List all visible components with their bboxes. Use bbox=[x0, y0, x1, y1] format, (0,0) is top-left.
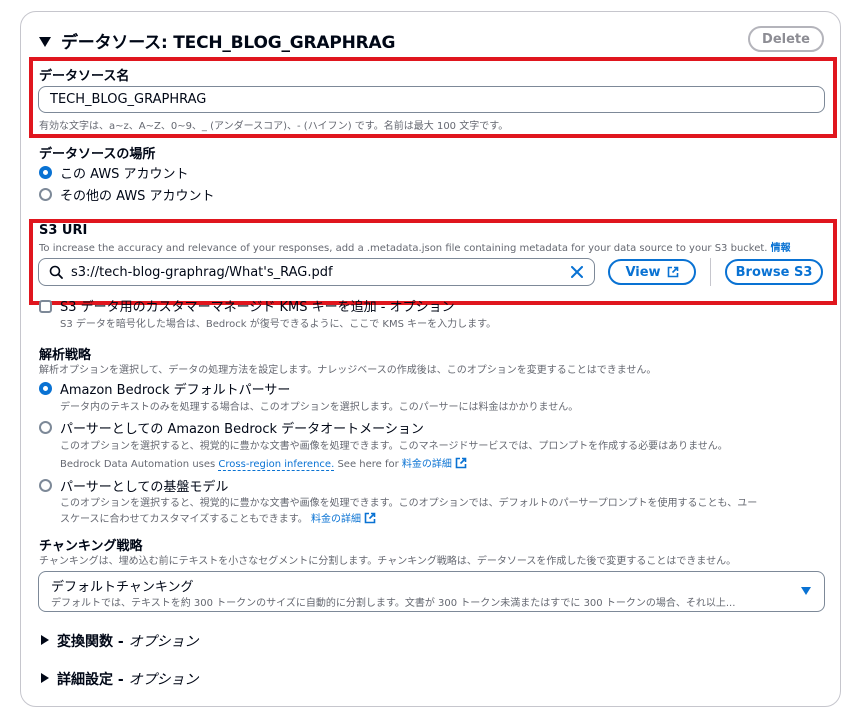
name-label: データソース名 bbox=[39, 69, 130, 84]
kms-label[interactable]: S3 データ用のカスタマーマネージド KMS キーを追加 - オプション bbox=[60, 296, 455, 315]
chunking-selected-description: デフォルトでは、テキストを約 300 トークンのサイズに自動的に分割します。文書… bbox=[51, 598, 736, 609]
view-button-label: View bbox=[625, 264, 661, 280]
chunking-description: チャンキングは、埋め込む前にテキストを小さなセグメントに分割します。チャンキング… bbox=[39, 556, 737, 567]
advanced-section-header[interactable]: 詳細設定 - オプション bbox=[41, 669, 199, 689]
option-this-account[interactable]: この AWS アカウント bbox=[60, 163, 189, 182]
radio-fm-parser[interactable] bbox=[39, 479, 52, 492]
transform-title: 変換関数 bbox=[57, 634, 113, 650]
bda-pricing-link[interactable]: 料金の詳細 bbox=[402, 459, 452, 470]
button-divider bbox=[710, 258, 711, 286]
view-button[interactable]: View bbox=[608, 259, 696, 285]
caret-right-icon bbox=[41, 673, 49, 683]
caret-down-icon bbox=[801, 587, 811, 595]
option-other-account[interactable]: その他の AWS アカウント bbox=[60, 185, 215, 204]
fm-parser-description-1: このオプションを選択すると、視覚的に豊かな文書や画像を処理できます。このオプショ… bbox=[60, 498, 758, 509]
bda-extra-middle: See here for bbox=[337, 459, 399, 470]
option-bda-parser[interactable]: パーサーとしての Amazon Bedrock データオートメーション bbox=[60, 418, 424, 437]
s3-description: To increase the accuracy and relevance o… bbox=[39, 239, 791, 254]
chunking-select[interactable]: デフォルトチャンキング デフォルトでは、テキストを約 300 トークンのサイズに… bbox=[38, 571, 825, 612]
s3-uri-label: S3 URI bbox=[39, 223, 88, 238]
s3-description-text: To increase the accuracy and relevance o… bbox=[39, 243, 768, 254]
option-fm-parser[interactable]: パーサーとしての基盤モデル bbox=[60, 476, 228, 495]
parsing-description: 解析オプションを選択して、データの処理方法を設定します。ナレッジベースの作成後は… bbox=[39, 365, 657, 376]
transform-optional: オプション bbox=[128, 634, 199, 650]
s3-uri-input[interactable]: s3://tech-blog-graphrag/What's_RAG.pdf bbox=[38, 258, 595, 286]
s3-uri-value: s3://tech-blog-graphrag/What's_RAG.pdf bbox=[71, 264, 333, 280]
name-input-value: TECH_BLOG_GRAPHRAG bbox=[50, 92, 207, 107]
radio-this-account[interactable] bbox=[39, 166, 52, 179]
bda-parser-description: このオプションを選択すると、視覚的に豊かな文書や画像を処理できます。このマネージ… bbox=[60, 441, 728, 452]
bda-extra-line: Bedrock Data Automation uses Cross-regio… bbox=[60, 455, 467, 471]
fm-parser-description-2: スケースに合わせてカスタマイズすることもできます。 料金の詳細 bbox=[60, 510, 376, 525]
option-default-parser[interactable]: Amazon Bedrock デフォルトパーサー bbox=[60, 379, 290, 398]
panel-title: データソース: TECH_BLOG_GRAPHRAG bbox=[61, 33, 396, 53]
radio-default-parser[interactable] bbox=[39, 382, 52, 395]
delete-button[interactable]: Delete bbox=[748, 26, 824, 52]
chunking-selected-value: デフォルトチャンキング bbox=[51, 580, 194, 595]
name-hint: 有効な文字は、a~z、A~Z、0~9、_ (アンダースコア)、- (ハイフン) … bbox=[39, 121, 509, 132]
kms-checkbox[interactable] bbox=[39, 300, 52, 313]
radio-bda-parser[interactable] bbox=[39, 421, 52, 434]
default-parser-description: データ内のテキストのみを処理する場合は、このオプションを選択します。このパーサー… bbox=[60, 402, 579, 413]
browse-s3-button[interactable]: Browse S3 bbox=[725, 259, 823, 285]
fm-parser-description-2-text: スケースに合わせてカスタマイズすることもできます。 bbox=[60, 514, 308, 525]
fm-pricing-link[interactable]: 料金の詳細 bbox=[311, 514, 361, 525]
external-link-icon bbox=[667, 266, 678, 278]
external-link-icon bbox=[455, 457, 467, 469]
clear-icon[interactable] bbox=[571, 266, 583, 278]
panel-header[interactable]: データソース: TECH_BLOG_GRAPHRAG bbox=[39, 28, 395, 53]
transform-section-header[interactable]: 変換関数 - オプション bbox=[41, 631, 199, 651]
s3-info-link[interactable]: 情報 bbox=[771, 243, 791, 254]
data-source-name-input[interactable]: TECH_BLOG_GRAPHRAG bbox=[38, 86, 825, 113]
external-link-icon bbox=[364, 512, 376, 524]
bda-extra-prefix: Bedrock Data Automation uses bbox=[60, 459, 216, 470]
advanced-title: 詳細設定 bbox=[57, 672, 113, 688]
search-icon bbox=[49, 265, 63, 279]
advanced-optional: オプション bbox=[128, 672, 199, 688]
radio-other-account[interactable] bbox=[39, 188, 52, 201]
kms-description: S3 データを暗号化した場合は、Bedrock が復号できるように、ここで KM… bbox=[60, 319, 497, 330]
collapse-triangle-icon bbox=[39, 37, 51, 47]
cross-region-link[interactable]: Cross-region inference. bbox=[218, 459, 335, 471]
data-source-panel: データソース: TECH_BLOG_GRAPHRAG Delete データソース… bbox=[20, 11, 841, 707]
caret-right-icon bbox=[41, 635, 49, 645]
location-label: データソースの場所 bbox=[39, 147, 156, 162]
